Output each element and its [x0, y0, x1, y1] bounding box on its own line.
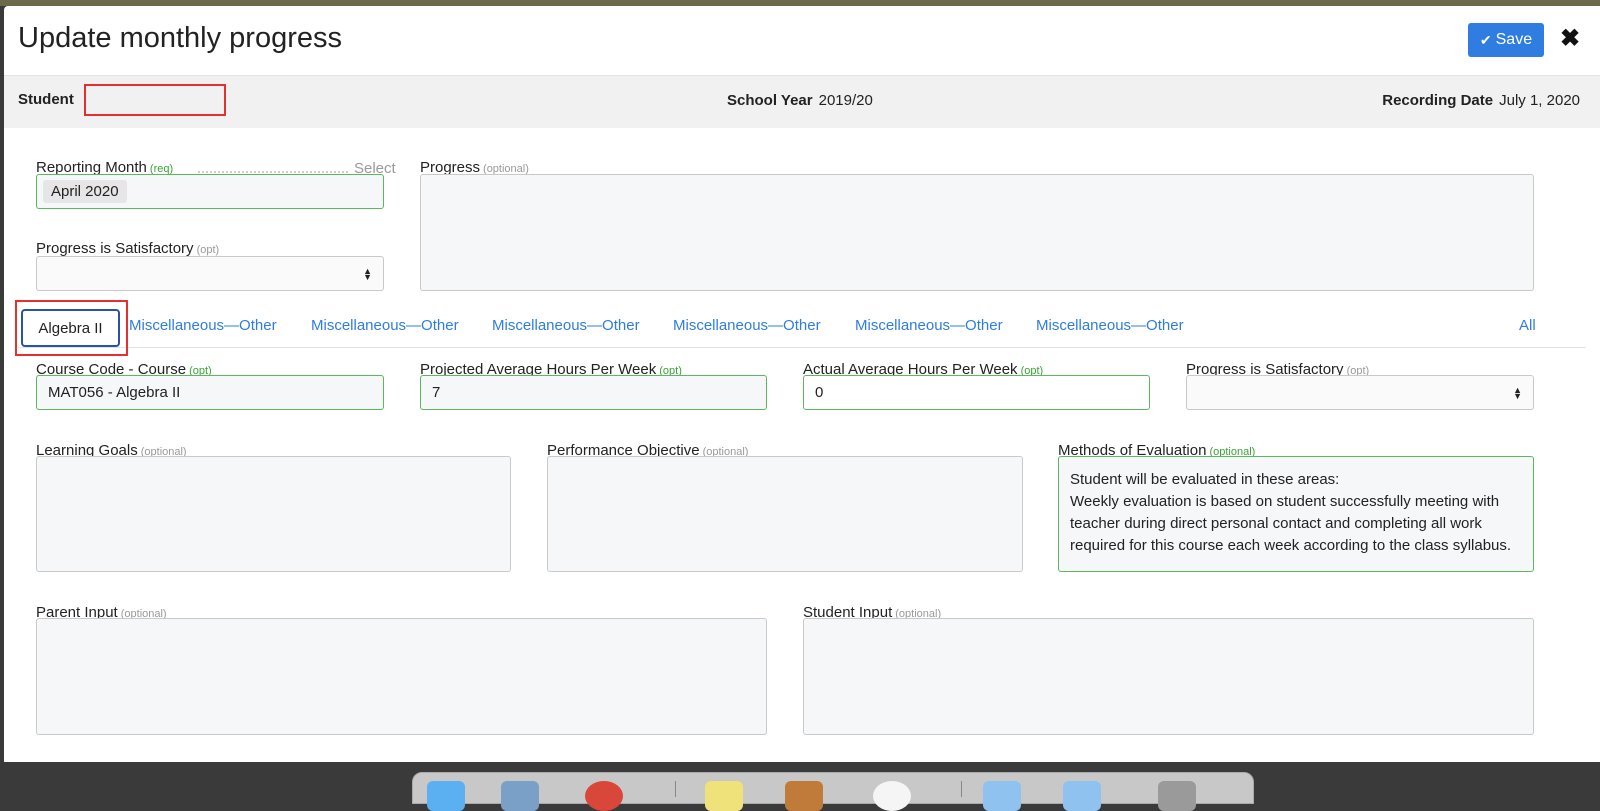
- tab-miscellaneous-other[interactable]: Miscellaneous—Other: [1036, 317, 1184, 334]
- student-group: Student: [18, 91, 74, 109]
- methods-evaluation-line2: Weekly evaluation is based on student su…: [1070, 493, 1512, 554]
- learning-goals-textarea[interactable]: [36, 456, 511, 572]
- tab-miscellaneous-other[interactable]: Miscellaneous—Other: [129, 317, 277, 334]
- school-year-group: School Year 2019/20: [727, 92, 873, 110]
- tab-miscellaneous-other[interactable]: Miscellaneous—Other: [855, 317, 1003, 334]
- finder-icon[interactable]: [427, 781, 465, 811]
- dock-separator: [675, 781, 676, 797]
- folder-icon[interactable]: [1063, 781, 1101, 811]
- satisfactory-label-text: Progress is Satisfactory: [36, 240, 194, 257]
- select-arrows-icon: ▲ ▼: [363, 265, 372, 282]
- course-satisfactory-select[interactable]: ▲ ▼: [1186, 375, 1534, 410]
- student-input-textarea[interactable]: [803, 618, 1534, 735]
- recording-date-value: July 1, 2020: [1499, 92, 1580, 109]
- close-icon[interactable]: ✖: [1560, 27, 1580, 51]
- notes-icon[interactable]: [705, 781, 743, 811]
- satisfactory-select[interactable]: ▲ ▼: [36, 256, 384, 291]
- modal-title: Update monthly progress: [18, 22, 342, 54]
- course-code-field[interactable]: MAT056 - Algebra II: [36, 375, 384, 410]
- app-icon[interactable]: [785, 781, 823, 811]
- performance-objective-textarea[interactable]: [547, 456, 1023, 572]
- parent-input-textarea[interactable]: [36, 618, 767, 735]
- methods-evaluation-line1: Student will be evaluated in these areas…: [1070, 471, 1340, 488]
- recording-date-group: Recording Date July 1, 2020: [1382, 92, 1580, 110]
- save-button-label: Save: [1495, 31, 1533, 48]
- projected-hours-input[interactable]: 7: [420, 375, 767, 410]
- app-icon[interactable]: [501, 781, 539, 811]
- tabs-divider: [18, 347, 1586, 348]
- tab-algebra-ii[interactable]: Algebra II: [21, 309, 120, 347]
- school-year-label: School Year: [727, 92, 813, 109]
- student-label: Student: [18, 91, 74, 108]
- tab-miscellaneous-other[interactable]: Miscellaneous—Other: [311, 317, 459, 334]
- select-arrows-icon: ▲ ▼: [1513, 384, 1522, 401]
- dock-separator: [961, 781, 962, 797]
- student-value-box: [84, 84, 226, 116]
- dock: [412, 772, 1254, 811]
- tab-all[interactable]: All: [1519, 317, 1536, 334]
- info-bar: Student School Year 2019/20 Recording Dat…: [4, 76, 1600, 128]
- reporting-month-chip[interactable]: April 2020: [43, 180, 127, 203]
- school-year-value: 2019/20: [818, 92, 873, 109]
- reporting-month-field[interactable]: April 2020: [36, 174, 384, 209]
- check-icon: ✔: [1479, 31, 1492, 48]
- update-progress-modal: Update monthly progress ✔ Save ✖ Student…: [4, 6, 1600, 762]
- recording-date-label: Recording Date: [1382, 92, 1494, 109]
- optional-hint: (opt): [196, 244, 220, 256]
- app-icon[interactable]: [873, 781, 911, 811]
- save-button[interactable]: ✔ Save: [1468, 23, 1544, 57]
- progress-textarea[interactable]: [420, 174, 1534, 291]
- actual-hours-input[interactable]: 0: [803, 375, 1150, 410]
- trash-icon[interactable]: [1158, 781, 1196, 811]
- app-icon[interactable]: [585, 781, 623, 811]
- dotted-leader: [198, 171, 348, 173]
- tab-miscellaneous-other[interactable]: Miscellaneous—Other: [673, 317, 821, 334]
- folder-icon[interactable]: [983, 781, 1021, 811]
- methods-evaluation-textarea[interactable]: Student will be evaluated in these areas…: [1058, 456, 1534, 572]
- satisfactory-label: Progress is Satisfactory (opt): [36, 240, 219, 257]
- modal-header: Update monthly progress ✔ Save ✖: [4, 6, 1600, 76]
- tab-miscellaneous-other[interactable]: Miscellaneous—Other: [492, 317, 640, 334]
